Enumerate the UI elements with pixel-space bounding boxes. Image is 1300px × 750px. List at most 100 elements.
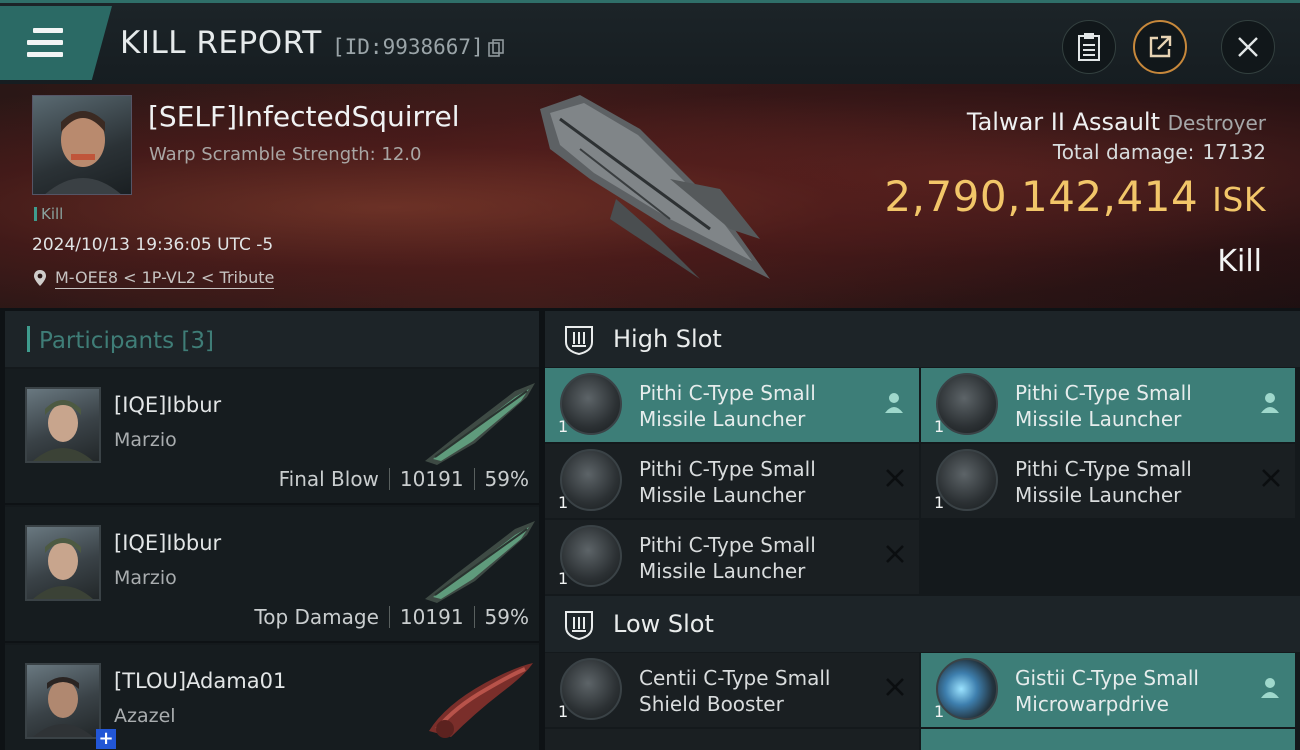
module-name-line1: Pithi C-Type Small [639, 457, 816, 481]
clipboard-icon [1078, 33, 1100, 61]
participant-ship-image[interactable] [415, 653, 540, 743]
module-quantity: 1 [934, 493, 945, 512]
module-name: Pithi C-Type Small Missile Launcher [639, 456, 816, 508]
victim-name[interactable]: [SELF]InfectedSquirrel [148, 100, 459, 133]
module-item-partial[interactable] [545, 729, 919, 750]
participant-avatar[interactable]: + [25, 663, 116, 749]
participant-percent: 59% [484, 467, 529, 491]
module-quantity: 1 [934, 702, 945, 721]
module-quantity: 1 [558, 417, 569, 436]
module-name: Pithi C-Type Small Missile Launcher [1015, 456, 1192, 508]
module-item[interactable]: 1 Centii C-Type Small Shield Booster [545, 653, 919, 727]
portrait-icon [45, 111, 121, 194]
module-name: Pithi C-Type Small Missile Launcher [639, 380, 816, 432]
module-name-line1: Pithi C-Type Small [639, 381, 816, 405]
participants-count: [3] [181, 328, 215, 354]
destroyed-icon [886, 469, 904, 487]
module-name: Centii C-Type Small Shield Booster [639, 665, 830, 717]
participant-row[interactable]: + [TLOU]Adama01 Azazel [5, 645, 539, 750]
missile-launcher-icon [936, 373, 998, 435]
participant-corp: Azazel [114, 705, 176, 727]
hamburger-icon [27, 28, 63, 64]
participants-panel: Participants [3] [IQE]Ibbur Marzio Final… [5, 311, 539, 750]
high-slot-header: High Slot [545, 311, 1300, 367]
participant-row[interactable]: [IQE]Ibbur Marzio Top Damage 10191 59% [5, 507, 539, 643]
microwarpdrive-icon [936, 658, 998, 720]
missile-launcher-icon [936, 449, 998, 511]
header-bar: KILL REPORT [ID:9938667] [0, 0, 1300, 84]
plus-badge-icon: + [96, 729, 116, 749]
module-name-line2: Missile Launcher [639, 407, 806, 431]
victim-portrait[interactable] [32, 95, 132, 195]
high-slot-label: High Slot [613, 325, 722, 353]
participant-avatar[interactable] [25, 525, 101, 601]
module-name-line2: Missile Launcher [1015, 483, 1182, 507]
clipboard-button[interactable] [1062, 20, 1116, 74]
module-quantity: 1 [558, 493, 569, 512]
location-pin-icon [34, 270, 46, 286]
participant-row[interactable]: [IQE]Ibbur Marzio Final Blow 10191 59% [5, 369, 539, 505]
participant-name[interactable]: [IQE]Ibbur [114, 393, 221, 417]
module-name-line2: Microwarpdrive [1015, 692, 1169, 716]
module-quantity: 1 [558, 569, 569, 588]
ship-name[interactable]: Talwar II Assault Destroyer [967, 108, 1266, 136]
page-title: KILL REPORT [120, 25, 322, 61]
module-item[interactable]: 1 Pithi C-Type Small Missile Launcher [545, 444, 919, 518]
module-name: Pithi C-Type Small Missile Launcher [1015, 380, 1192, 432]
fitting-panel: High Slot 1 Pithi C-Type Small Missile La… [545, 311, 1300, 750]
participant-percent: 59% [484, 605, 529, 629]
total-damage: Total damage: 17132 [1053, 140, 1266, 164]
module-name-line1: Pithi C-Type Small [1015, 457, 1192, 481]
total-damage-value: 17132 [1202, 140, 1266, 164]
missile-launcher-icon [560, 525, 622, 587]
module-quantity: 1 [934, 417, 945, 436]
kill-tag: Kill [34, 205, 63, 223]
participant-corp: Marzio [114, 567, 177, 589]
isk-unit: ISK [1212, 180, 1266, 219]
total-damage-label: Total damage: [1052, 140, 1195, 164]
module-item[interactable]: 1 Pithi C-Type Small Missile Launcher [545, 368, 919, 442]
participant-name[interactable]: [IQE]Ibbur [114, 531, 221, 555]
kill-datetime: 2024/10/13 19:36:05 UTC -5 [32, 235, 274, 255]
module-item[interactable]: 1 Pithi C-Type Small Missile Launcher [545, 520, 919, 594]
ship-type: Talwar II Assault [966, 108, 1160, 136]
module-quantity: 1 [558, 702, 569, 721]
ship-image[interactable] [520, 89, 780, 299]
isk-value: 2,790,142,414 ISK [884, 172, 1266, 221]
copy-icon[interactable] [488, 39, 504, 57]
person-icon [885, 393, 903, 413]
destroyed-icon [1262, 469, 1280, 487]
module-name-line1: Centii C-Type Small [639, 666, 831, 690]
isk-amount: 2,790,142,414 [884, 172, 1199, 221]
module-item[interactable]: 1 Gistii C-Type Small Microwarpdrive [921, 653, 1295, 727]
module-name: Gistii C-Type Small Microwarpdrive [1015, 665, 1199, 717]
missile-launcher-icon [560, 449, 622, 511]
module-item-partial[interactable] [921, 729, 1295, 750]
module-item[interactable]: 1 Pithi C-Type Small Missile Launcher [921, 444, 1295, 518]
close-button[interactable] [1221, 20, 1275, 74]
destroyed-icon [886, 678, 904, 696]
module-name-line2: Missile Launcher [1015, 407, 1182, 431]
share-icon [1149, 35, 1172, 58]
result-label: Kill [1217, 244, 1262, 279]
location-link[interactable]: M-OEE8 < 1P-VL2 < Tribute [55, 268, 275, 289]
shield-booster-icon [560, 658, 622, 720]
portrait-icon [33, 538, 93, 599]
share-button[interactable] [1133, 20, 1187, 74]
portrait-icon [33, 677, 93, 737]
participant-damage: 10191 [399, 605, 464, 629]
kill-id: [ID:9938667] [332, 35, 484, 59]
participant-ship-image[interactable] [415, 515, 540, 605]
module-name-line2: Missile Launcher [639, 483, 806, 507]
participant-name[interactable]: [TLOU]Adama01 [114, 669, 286, 693]
ship-class: Destroyer [1167, 111, 1266, 135]
low-slot-icon [565, 611, 593, 641]
module-item[interactable]: 1 Pithi C-Type Small Missile Launcher [921, 368, 1295, 442]
portrait-icon [33, 400, 93, 461]
missile-launcher-icon [560, 373, 622, 435]
participant-avatar[interactable] [25, 387, 101, 463]
participant-ship-image[interactable] [415, 377, 540, 467]
menu-button[interactable] [0, 6, 112, 80]
module-name: Pithi C-Type Small Missile Launcher [639, 532, 816, 584]
participant-stats: Top Damage 10191 59% [254, 605, 529, 629]
